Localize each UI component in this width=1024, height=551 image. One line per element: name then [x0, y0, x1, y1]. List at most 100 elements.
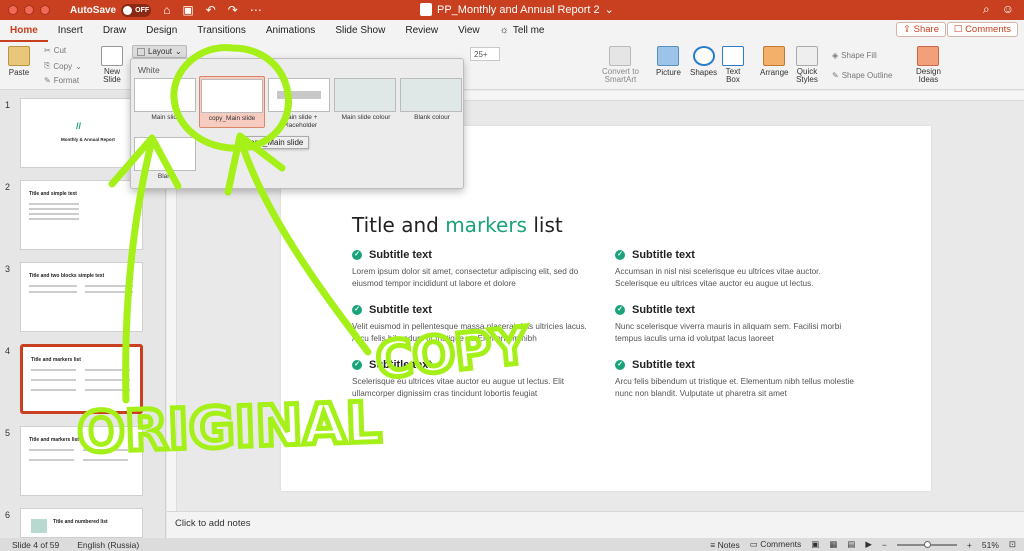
ribbon-tabs: Home Insert Draw Design Transitions Anim… — [0, 20, 1024, 42]
paste-button[interactable]: Paste — [8, 46, 30, 77]
design-ideas-button[interactable]: Design Ideas — [916, 46, 941, 84]
layout-option-blank[interactable]: Blank — [134, 137, 198, 189]
undo-icon[interactable]: ↶ — [206, 3, 216, 17]
tab-slide-show[interactable]: Slide Show — [325, 20, 395, 42]
normal-view-icon[interactable]: ▣ — [811, 539, 819, 550]
convert-smartart-button[interactable]: Convert to SmartArt — [602, 46, 639, 84]
zoom-out-icon[interactable]: − — [882, 540, 887, 550]
slide-thumbnail-3[interactable]: Title and two blocks simple text — [20, 262, 143, 332]
more-icon[interactable]: ⋯ — [250, 3, 262, 17]
thumb-number: 2 — [5, 182, 11, 192]
tab-draw[interactable]: Draw — [93, 20, 136, 42]
layout-button[interactable]: Layout ⌄ — [132, 45, 187, 58]
chevron-down-icon[interactable]: ⌄ — [605, 3, 614, 16]
check-icon: ✓ — [615, 360, 625, 370]
shape-outline-button[interactable]: ✎ Shape Outline — [832, 71, 892, 80]
zoom-slider-knob[interactable] — [923, 540, 931, 548]
new-slide-button[interactable]: New Slide — [101, 46, 123, 84]
list-item[interactable]: ✓ Subtitle text Arcu felis bibendum ut tr… — [615, 359, 860, 400]
tab-animations[interactable]: Animations — [256, 20, 325, 42]
copy-button[interactable]: ⎘ Copy ⌄ — [44, 61, 82, 71]
autosave-label: AutoSave — [70, 4, 117, 16]
pen-icon: ✎ — [832, 71, 839, 80]
tell-me-search[interactable]: ☼ Tell me — [490, 20, 555, 42]
comments-toggle[interactable]: ▭ Comments — [750, 539, 802, 550]
brush-icon: ✎ — [44, 76, 51, 85]
slide-thumbnail-4[interactable]: Title and markers list — [20, 344, 143, 414]
tab-home[interactable]: Home — [0, 20, 48, 42]
layout-option-blank-colour[interactable]: Blank colour — [400, 78, 464, 130]
powerpoint-window: AutoSave OFF ⌂ ▣ ↶ ↷ ⋯ PP_Monthly and An… — [0, 0, 1024, 551]
slide-thumbnail-6[interactable]: Title and numbered list — [20, 508, 143, 538]
window-controls — [8, 5, 50, 15]
shapes-button[interactable]: Shapes — [690, 46, 717, 77]
layout-icon — [137, 47, 145, 56]
notes-pane[interactable]: Click to add notes — [167, 511, 1024, 538]
tab-view[interactable]: View — [448, 20, 490, 42]
cut-button[interactable]: ✂ Cut — [44, 46, 66, 55]
tab-review[interactable]: Review — [395, 20, 448, 42]
status-bar: Slide 4 of 59 English (Russia) ≡ Notes ▭… — [0, 538, 1024, 551]
zoom-in-icon[interactable]: + — [967, 540, 972, 550]
minimize-window-button[interactable] — [24, 5, 34, 15]
search-icon[interactable]: ⌕ — [983, 2, 990, 17]
share-button[interactable]: ⇪ Share — [896, 22, 946, 37]
title-bar: AutoSave OFF ⌂ ▣ ↶ ↷ ⋯ PP_Monthly and An… — [0, 0, 1024, 20]
layout-preview — [134, 137, 196, 171]
home-icon[interactable]: ⌂ — [163, 3, 170, 17]
list-item[interactable]: ✓ Subtitle text Velit euismod in pellente… — [352, 304, 597, 345]
account-icon[interactable]: ☺ — [1002, 2, 1014, 17]
list-item[interactable]: ✓ Subtitle text Nunc scelerisque viverra … — [615, 304, 860, 345]
clipboard-icon — [8, 46, 30, 66]
font-size-select[interactable]: 25+ — [470, 47, 500, 61]
maximize-window-button[interactable] — [40, 5, 50, 15]
layout-option-main-slide-colour[interactable]: Main slide colour — [334, 78, 398, 130]
smartart-icon — [609, 46, 632, 66]
tab-insert[interactable]: Insert — [48, 20, 93, 42]
picture-button[interactable]: Picture — [656, 46, 681, 77]
list-item[interactable]: ✓ Subtitle text Scelerisque eu ultrices v… — [352, 359, 597, 400]
layout-preview — [268, 78, 330, 112]
layout-preview — [400, 78, 462, 112]
zoom-slider[interactable] — [896, 540, 957, 548]
design-ideas-icon — [917, 46, 940, 66]
tab-transitions[interactable]: Transitions — [187, 20, 256, 42]
list-item[interactable]: ✓ Subtitle text Accumsan in nisl nisi sce… — [615, 249, 860, 290]
tab-design[interactable]: Design — [136, 20, 187, 42]
slide-sorter-icon[interactable]: ▦ — [829, 539, 837, 550]
slide-thumbnail-1[interactable]: // Monthly & Annual Report — [20, 98, 143, 168]
fit-slide-icon[interactable]: ⊡ — [1009, 539, 1016, 550]
notes-toggle[interactable]: ≡ Notes — [710, 540, 740, 550]
close-window-button[interactable] — [8, 5, 18, 15]
quick-styles-button[interactable]: Quick Styles — [796, 46, 818, 84]
document-icon — [420, 3, 432, 16]
paint-bucket-icon: ◈ — [832, 51, 839, 60]
zoom-level[interactable]: 51% — [982, 540, 999, 550]
format-painter-button[interactable]: ✎ Format — [44, 76, 79, 85]
slide-title[interactable]: Title and markers list — [352, 213, 563, 237]
check-icon: ✓ — [615, 250, 625, 260]
slide-thumbnail-5[interactable]: Title and markers list — [20, 426, 143, 496]
save-icon[interactable]: ▣ — [182, 3, 193, 17]
layout-option-main-slide[interactable]: Main slide — [134, 78, 198, 130]
layout-preview — [134, 78, 196, 112]
comments-button[interactable]: ☐ Comments — [946, 22, 1018, 37]
reading-view-icon[interactable]: ▤ — [847, 539, 855, 550]
check-icon: ✓ — [615, 305, 625, 315]
new-slide-icon — [101, 46, 123, 66]
slideshow-icon[interactable]: ▶ — [865, 539, 872, 550]
textbox-button[interactable]: Text Box — [722, 46, 744, 84]
list-item[interactable]: ✓ Subtitle text Lorem ipsum dolor sit ame… — [352, 249, 597, 290]
quick-styles-icon — [796, 46, 818, 66]
titlebar-right-tools: ⌕ ☺ — [983, 2, 1014, 17]
shape-fill-button[interactable]: ◈ Shape Fill — [832, 51, 877, 60]
layout-option-main-slide-placeholder[interactable]: Main slide + Placeholder — [268, 78, 332, 130]
language-indicator[interactable]: English (Russia) — [77, 540, 139, 550]
arrange-button[interactable]: Arrange — [760, 46, 788, 77]
autosave-toggle[interactable]: OFF — [121, 3, 152, 17]
layout-option-copy-main-slide[interactable]: copy_Main slide — [199, 76, 265, 128]
redo-icon[interactable]: ↷ — [228, 3, 238, 17]
slide-thumbnail-2[interactable]: Title and simple text — [20, 180, 143, 250]
layout-tooltip: copy_Main slide — [240, 136, 310, 149]
layout-preview — [334, 78, 396, 112]
